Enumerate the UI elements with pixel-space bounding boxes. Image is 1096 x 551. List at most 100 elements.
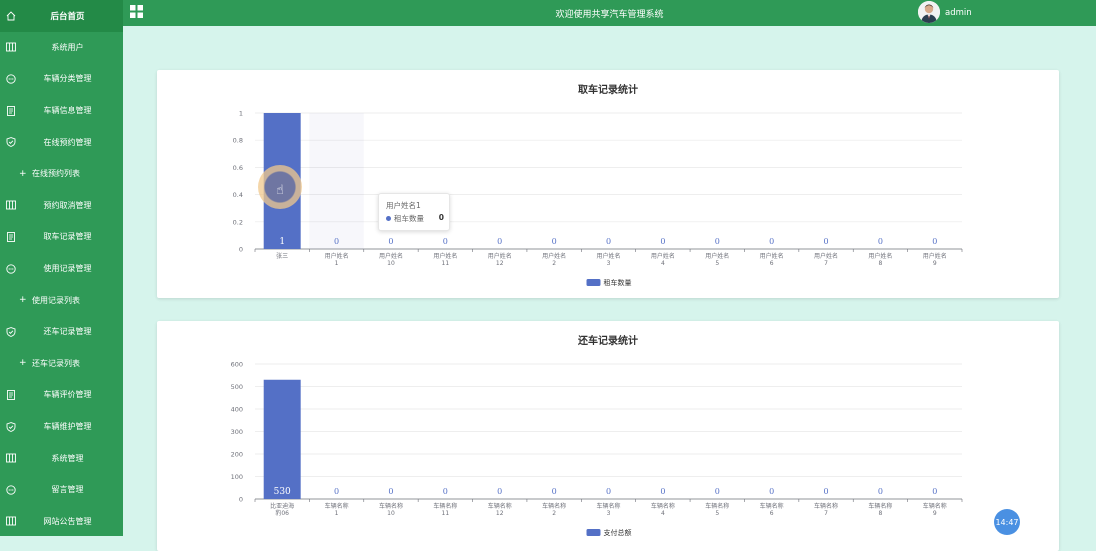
data-label: 0 [769, 237, 774, 246]
data-label: 0 [388, 487, 393, 496]
y-tick-label: 0 [239, 246, 243, 254]
avatar[interactable] [918, 1, 940, 23]
sidebar-item[interactable]: 系统管理 [0, 442, 123, 474]
sidebar-item[interactable]: 留言管理 [0, 474, 123, 506]
sidebar-item[interactable]: 车辆信息管理 [0, 95, 123, 127]
data-label: 0 [660, 237, 665, 246]
sidebar-item[interactable]: + 还车记录列表 [0, 348, 123, 380]
shield-icon [6, 421, 16, 432]
columns-icon [6, 516, 16, 526]
y-tick-label: 400 [231, 406, 243, 414]
y-tick-label: 0.2 [233, 218, 243, 226]
plus-icon: + [19, 294, 27, 305]
y-tick-label: 0 [239, 496, 243, 504]
x-tick-label: 车辆名称 2 [542, 502, 566, 517]
sidebar-item[interactable]: 系统用户 [0, 32, 123, 64]
data-label: 0 [388, 237, 393, 246]
legend-swatch[interactable] [586, 279, 601, 286]
return-stats-card: 还车记录统计 0 100 200 300 400 500 600 530 比亚迪海豹06 0 车辆名… [157, 321, 1059, 551]
sidebar-item[interactable]: 在线预约管理 [0, 126, 123, 158]
document-icon [6, 232, 16, 242]
data-label: 1 [279, 237, 285, 247]
y-tick-label: 600 [231, 361, 243, 369]
sidebar-item-label: 后台首页 [50, 11, 85, 22]
sidebar-item[interactable]: 网站公告管理 [0, 506, 123, 537]
y-tick-label: 200 [231, 451, 243, 459]
tooltip-marker-icon [386, 216, 391, 221]
username[interactable]: admin [945, 8, 972, 18]
data-label: 0 [878, 237, 883, 246]
sidebar-item-label: 使用记录管理 [43, 264, 92, 274]
sidebar-item[interactable]: 车辆评价管理 [0, 379, 123, 411]
sidebar-item-home[interactable]: 后台首页 [0, 0, 123, 32]
data-label: 0 [497, 487, 502, 496]
home-icon [6, 11, 16, 21]
x-tick-label: 车辆名称 12 [488, 502, 512, 517]
x-tick-label: 比亚迪海豹06 [270, 502, 294, 517]
data-label: 0 [769, 487, 774, 496]
x-tick-label: 用户姓名 9 [923, 252, 947, 267]
data-label: 0 [606, 487, 611, 496]
x-tick-label: 车辆名称 6 [760, 502, 784, 517]
y-tick-label: 100 [231, 473, 243, 481]
x-tick-label: 张三 [276, 252, 288, 260]
data-label: 0 [497, 237, 502, 246]
sidebar-item-label: 系统用户 [51, 42, 84, 52]
sidebar-item[interactable]: + 使用记录列表 [0, 284, 123, 316]
data-label: 0 [606, 237, 611, 246]
data-label: 0 [932, 487, 937, 496]
bar[interactable] [263, 379, 301, 499]
sidebar-item-label: 预约取消管理 [43, 200, 92, 210]
clock-badge[interactable]: 14:47 [994, 509, 1020, 535]
data-label: 0 [443, 487, 448, 496]
shield-icon [6, 326, 16, 337]
x-tick-label: 用户姓名 8 [868, 252, 892, 267]
chart-tooltip: 用户姓名1 租车数量 0 [378, 193, 450, 231]
data-label: 0 [823, 487, 828, 496]
x-tick-label: 用户姓名 11 [433, 252, 457, 267]
data-label: 0 [443, 237, 448, 246]
data-label: 0 [715, 487, 720, 496]
sidebar-item-label: 在线预约管理 [43, 137, 92, 147]
sidebar-list: 系统用户车辆分类管理车辆信息管理在线预约管理 + 在线预约列表预约取消管理取车记录管… [0, 32, 123, 536]
sidebar-item-label: 还车记录管理 [43, 327, 92, 337]
return-bar-chart: 0100200300400500600530比亚迪海豹060车辆名称 10车辆名称… [231, 361, 963, 537]
x-tick-label: 用户姓名 4 [651, 252, 675, 267]
data-label: 0 [878, 487, 883, 496]
sidebar-item[interactable]: 车辆维护管理 [0, 411, 123, 443]
data-label: 0 [334, 487, 339, 496]
tooltip-title: 用户姓名1 [386, 201, 421, 210]
x-tick-label: 车辆名称 11 [433, 502, 457, 517]
data-label: 0 [552, 237, 557, 246]
y-tick-label: 0.6 [233, 164, 243, 172]
legend-label[interactable]: 租车数量 [604, 278, 632, 287]
chat-icon [6, 485, 16, 495]
x-tick-label: 车辆名称 5 [705, 502, 729, 517]
sidebar-item[interactable]: 预约取消管理 [0, 190, 123, 222]
x-tick-label: 车辆名称 4 [651, 502, 675, 517]
sidebar-item-label: 系统管理 [51, 453, 84, 463]
x-tick-label: 用户姓名 7 [814, 252, 838, 267]
sidebar-item[interactable]: + 在线预约列表 [0, 158, 123, 190]
columns-icon [6, 453, 16, 463]
x-tick-label: 用户姓名 3 [596, 252, 620, 267]
x-tick-label: 车辆名称 3 [596, 502, 620, 517]
tooltip-value: 0 [438, 213, 444, 222]
sidebar-item[interactable]: 车辆分类管理 [0, 63, 123, 95]
chat-icon [6, 74, 16, 84]
y-tick-label: 300 [231, 428, 243, 436]
x-tick-label: 用户姓名 2 [542, 252, 566, 267]
y-tick-label: 0.8 [233, 137, 243, 145]
x-tick-label: 用户姓名 10 [379, 252, 403, 267]
sidebar-item-label: 网站公告管理 [43, 516, 92, 526]
document-icon [6, 105, 16, 116]
legend-swatch[interactable] [586, 529, 601, 536]
sidebar-item-label: 车辆分类管理 [43, 74, 92, 84]
chat-icon [6, 263, 16, 274]
sidebar-item[interactable]: 使用记录管理 [0, 253, 123, 285]
sidebar-item[interactable]: 取车记录管理 [0, 221, 123, 253]
data-label: 0 [715, 237, 720, 246]
sidebar-item[interactable]: 还车记录管理 [0, 316, 123, 348]
y-tick-label: 1 [239, 110, 243, 118]
data-label: 0 [552, 487, 557, 496]
